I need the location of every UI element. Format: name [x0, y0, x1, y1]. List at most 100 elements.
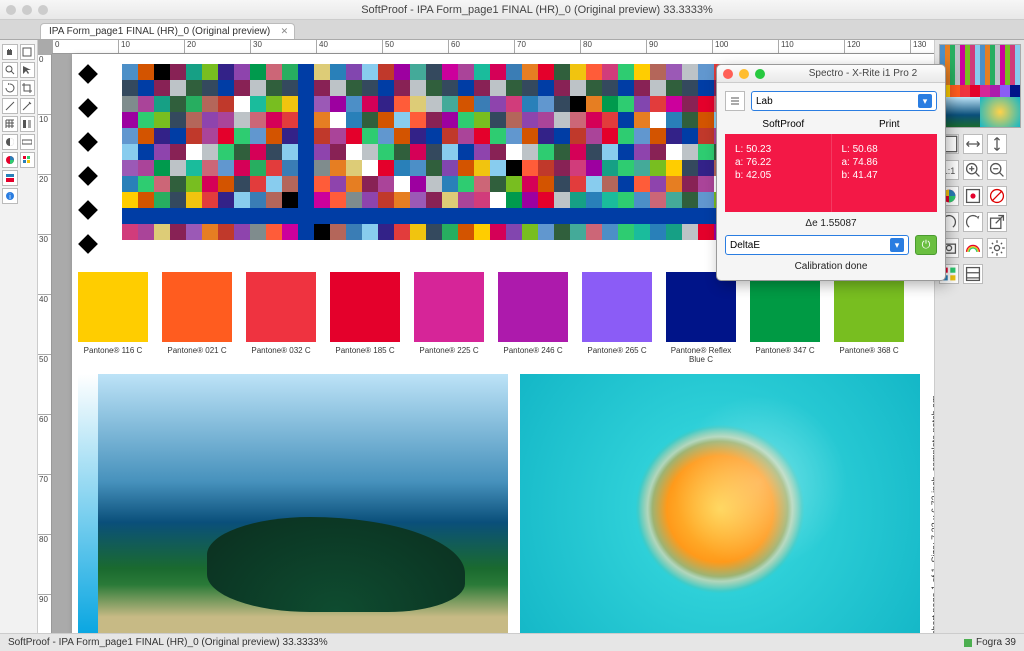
color-patch — [394, 224, 410, 240]
document-tab[interactable]: IPA Form_page1 FINAL (HR)_0 (Original pr… — [40, 23, 295, 39]
color-patch — [170, 208, 186, 224]
color-patch — [170, 176, 186, 192]
fit-height-button[interactable] — [987, 134, 1007, 154]
pantone-swatch: Pantone® 368 C — [834, 272, 904, 364]
minimize-icon[interactable] — [739, 69, 749, 79]
cursor-tool[interactable] — [20, 62, 36, 78]
color-patch — [666, 144, 682, 160]
rectangle-tool[interactable] — [20, 44, 36, 60]
color-patch — [698, 176, 714, 192]
color-patch-grid — [122, 64, 762, 240]
zoom-window-icon[interactable] — [38, 5, 48, 15]
measure-tool[interactable] — [2, 98, 18, 114]
color-patch — [458, 224, 474, 240]
redo-button[interactable] — [963, 212, 983, 232]
color-patch — [554, 144, 570, 160]
crop-tool[interactable] — [20, 80, 36, 96]
deltae-method-select[interactable]: DeltaE — [725, 235, 909, 255]
minimize-window-icon[interactable] — [22, 5, 32, 15]
color-patch — [250, 192, 266, 208]
color-patch — [666, 128, 682, 144]
color-patch — [602, 224, 618, 240]
spectro-titlebar[interactable]: Spectro - X-Rite i1 Pro 2 — [717, 65, 945, 83]
swatches-tool[interactable] — [2, 170, 18, 186]
pantone-swatch: Pantone® 347 C — [750, 272, 820, 364]
window-traffic-lights[interactable] — [6, 5, 48, 15]
list-mode-button[interactable] — [725, 91, 745, 111]
color-patch — [506, 224, 522, 240]
zoom-in-button[interactable] — [963, 160, 983, 180]
color-patch — [122, 208, 138, 224]
statusbar: SoftProof - IPA Form_page1 FINAL (HR)_0 … — [0, 633, 1024, 651]
zoom-icon[interactable] — [755, 69, 765, 79]
hand-tool[interactable] — [2, 44, 18, 60]
color-patch — [410, 112, 426, 128]
info-tool[interactable]: i — [2, 188, 18, 204]
close-window-icon[interactable] — [6, 5, 16, 15]
blocked-button[interactable] — [987, 186, 1007, 206]
color-patch — [570, 160, 586, 176]
color-patch — [650, 64, 666, 80]
color-patch — [250, 112, 266, 128]
color-patch — [122, 80, 138, 96]
eyedropper-tool[interactable] — [20, 98, 36, 114]
color-compare-panel: L: 50.23 a: 76.22 b: 42.05 L: 50.68 a: 7… — [725, 134, 937, 212]
close-tab-icon[interactable]: ✕ — [281, 26, 289, 37]
fit-width-button[interactable] — [963, 134, 983, 154]
color-patch — [138, 208, 154, 224]
color-wheel-tool[interactable] — [2, 152, 18, 168]
color-patch — [346, 96, 362, 112]
color-patch — [394, 208, 410, 224]
color-patch — [474, 224, 490, 240]
spectro-window[interactable]: Spectro - X-Rite i1 Pro 2 Lab SoftProof … — [716, 64, 946, 281]
color-patch — [202, 112, 218, 128]
color-patch — [394, 160, 410, 176]
color-patch — [218, 224, 234, 240]
rotate-tool[interactable] — [2, 80, 18, 96]
color-patch — [618, 64, 634, 80]
color-patch — [618, 96, 634, 112]
color-patch — [378, 96, 394, 112]
color-patch — [282, 144, 298, 160]
print-b-value: b: 41.47 — [842, 170, 928, 181]
color-patch — [362, 112, 378, 128]
contrast-tool[interactable] — [2, 134, 18, 150]
ruler-vertical: 0102030405060708090 — [38, 54, 52, 633]
color-patch — [618, 208, 634, 224]
color-patch — [186, 224, 202, 240]
color-patch — [378, 112, 394, 128]
palette-tool[interactable] — [20, 152, 36, 168]
rainbow-button[interactable] — [963, 238, 983, 258]
table-view-button[interactable] — [963, 264, 983, 284]
color-patch — [122, 144, 138, 160]
colorspace-select[interactable]: Lab — [751, 91, 937, 111]
color-patch — [698, 128, 714, 144]
color-patch — [666, 224, 682, 240]
ruler-tool[interactable] — [20, 134, 36, 150]
color-patch — [554, 208, 570, 224]
grid-tool[interactable] — [2, 116, 18, 132]
gear-button[interactable] — [987, 238, 1007, 258]
color-patch — [522, 112, 538, 128]
zoom-out-button[interactable] — [987, 160, 1007, 180]
color-patch — [170, 160, 186, 176]
power-button[interactable] — [915, 235, 937, 255]
status-profile[interactable]: Fogra 39 — [964, 637, 1016, 648]
color-patch — [490, 96, 506, 112]
color-patch — [410, 160, 426, 176]
color-patch — [266, 128, 282, 144]
color-patch — [554, 80, 570, 96]
navigator-thumbnail[interactable] — [939, 44, 1021, 128]
color-patch — [570, 64, 586, 80]
external-button[interactable] — [987, 212, 1007, 232]
color-patch — [202, 144, 218, 160]
color-patch — [362, 128, 378, 144]
channels-tool[interactable] — [20, 116, 36, 132]
close-icon[interactable] — [723, 69, 733, 79]
color-manage-button[interactable] — [963, 186, 983, 206]
color-patch — [634, 128, 650, 144]
test-chart-side-text: Test chart page 1 of 1, Size: 7.32 x 6.7… — [930, 294, 934, 633]
color-patch — [362, 80, 378, 96]
color-patch — [138, 224, 154, 240]
zoom-tool[interactable] — [2, 62, 18, 78]
